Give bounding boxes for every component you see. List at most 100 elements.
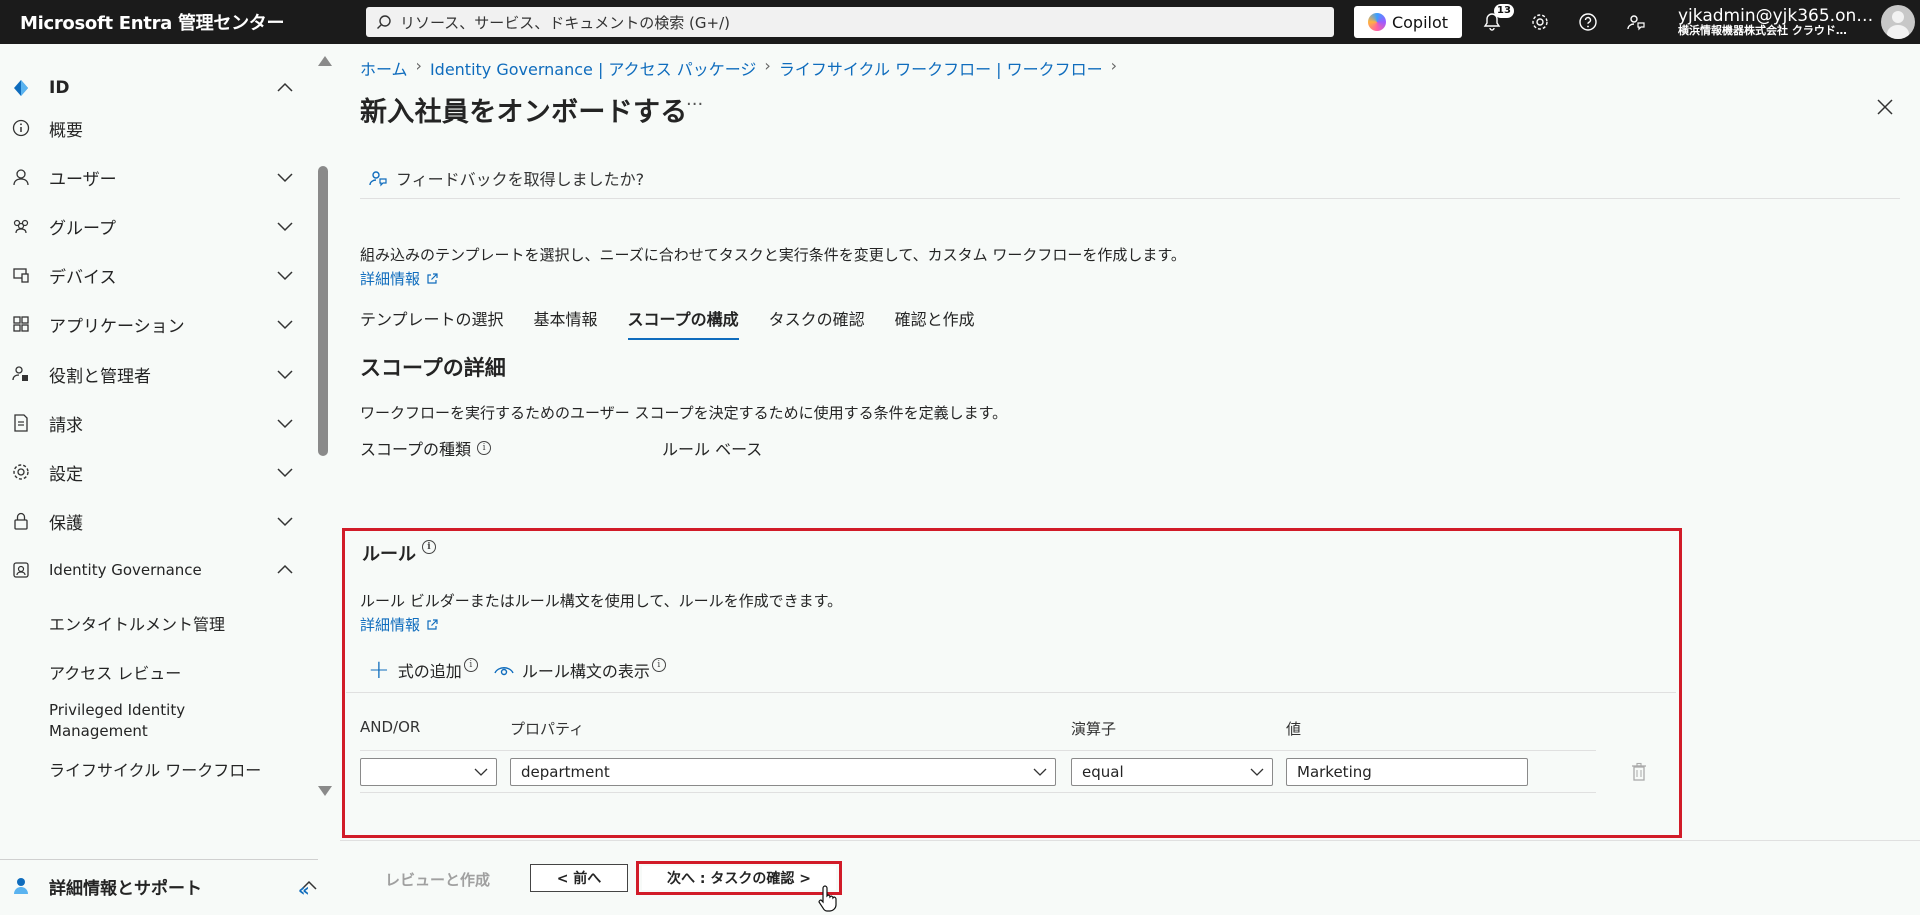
chevron-down-icon <box>277 419 293 429</box>
sidebar-item-label: デバイス <box>49 267 117 288</box>
header-operator: 演算子 <box>1071 720 1117 738</box>
feedback-button[interactable] <box>1612 0 1660 44</box>
sidebar-scrollbar[interactable] <box>318 166 328 456</box>
show-syntax-button[interactable]: ルール構文の表示 i <box>494 658 666 682</box>
header-andor: AND/OR <box>360 718 421 736</box>
scroll-down-arrow[interactable] <box>318 786 332 796</box>
footer-divider <box>340 840 1920 841</box>
governance-icon <box>10 559 32 581</box>
top-bar: Microsoft Entra 管理センター リソース、サービス、ドキュメントの… <box>0 0 1920 44</box>
tab-basics[interactable]: 基本情報 <box>534 306 598 340</box>
info-icon[interactable]: i <box>651 658 666 672</box>
info-icon[interactable]: i <box>477 441 492 455</box>
intro-text: 組み込みのテンプレートを選択し、ニーズに合わせてタスクと実行条件を変更して、カス… <box>360 246 1186 264</box>
breadcrumb: ホーム › Identity Governance | アクセス パッケージ ›… <box>360 56 1117 80</box>
sidebar-item-label: 設定 <box>49 464 83 485</box>
copilot-button[interactable]: Copilot <box>1354 6 1462 38</box>
previous-button[interactable]: < 前へ <box>530 864 628 892</box>
scope-type-value: ルール ベース <box>662 440 763 459</box>
sidebar-item-label: 概要 <box>49 120 83 141</box>
chevron-down-icon <box>277 320 293 330</box>
info-icon[interactable]: i <box>422 540 436 554</box>
sidebar-item-roles[interactable]: 役割と管理者 <box>0 354 300 394</box>
sidebar-item-settings[interactable]: 設定 <box>0 452 300 492</box>
operator-select[interactable]: equal <box>1071 758 1273 786</box>
sidebar-subitem-entitlement[interactable]: エンタイトルメント管理 <box>49 611 225 635</box>
eye-icon <box>494 667 514 676</box>
feedback-person-icon <box>1627 15 1645 31</box>
sidebar-subitem-pim-line2[interactable]: Management <box>49 721 148 742</box>
sidebar-item-protection[interactable]: 保護 <box>0 501 300 541</box>
settings-button[interactable] <box>1516 0 1564 44</box>
account-info[interactable]: yjkadmin@yjk365.on… 横浜情報機器株式会社 クラウド… <box>1678 5 1874 38</box>
sidebar-item-label: 詳細情報とサポート <box>49 878 202 899</box>
property-select[interactable]: department <box>510 758 1056 786</box>
sidebar-item-label: 請求 <box>49 415 83 436</box>
search-input[interactable]: リソース、サービス、ドキュメントの検索 (G+/) <box>366 7 1334 37</box>
info-circle-icon <box>10 117 32 139</box>
sidebar-item-id[interactable]: ID <box>0 68 300 108</box>
more-options-button[interactable]: ··· <box>686 94 703 115</box>
sidebar-item-users[interactable]: ユーザー <box>0 157 300 197</box>
next-button[interactable]: 次へ : タスクの確認 > <box>642 866 836 890</box>
gear-icon <box>10 461 32 483</box>
avatar[interactable] <box>1881 5 1916 39</box>
sidebar-subitem-lifecycle[interactable]: ライフサイクル ワークフロー <box>49 757 261 781</box>
breadcrumb-home[interactable]: ホーム <box>360 56 408 80</box>
rule-description: ルール ビルダーまたはルール構文を使用して、ルールを作成できます。 <box>360 592 843 610</box>
chevron-down-icon <box>277 222 293 232</box>
sidebar-item-groups[interactable]: グループ <box>0 206 300 246</box>
rule-title: ルール i <box>362 540 436 566</box>
sidebar-subitem-pim-line1[interactable]: Privileged Identity <box>49 700 185 721</box>
scope-type-label-text: スコープの種類 <box>360 440 472 459</box>
collapse-sidebar-button[interactable]: « <box>298 880 310 901</box>
sidebar-item-overview[interactable]: 概要 <box>0 108 300 148</box>
rule-learn-more-link[interactable]: 詳細情報 <box>360 614 438 635</box>
header-property: プロパティ <box>510 720 585 738</box>
trash-icon[interactable] <box>1630 762 1648 782</box>
chevron-right-icon: › <box>415 56 422 75</box>
divider <box>346 692 1676 693</box>
rule-toolbar: + 式の追加 i ルール構文の表示 i <box>368 657 682 683</box>
divider <box>360 750 1596 751</box>
chevron-down-icon <box>474 768 488 776</box>
diamond-icon <box>10 77 32 99</box>
support-person-icon <box>10 875 32 897</box>
scroll-up-arrow[interactable] <box>318 56 332 66</box>
tab-tasks[interactable]: タスクの確認 <box>769 306 865 340</box>
notification-badge: 13 <box>1494 4 1514 18</box>
sidebar-item-applications[interactable]: アプリケーション <box>0 304 300 344</box>
sidebar-item-support[interactable]: 詳細情報とサポート <box>0 866 317 906</box>
property-value: department <box>521 763 610 781</box>
learn-more-link[interactable]: 詳細情報 <box>360 268 438 289</box>
sidebar-item-devices[interactable]: デバイス <box>0 255 300 295</box>
tab-review[interactable]: 確認と作成 <box>895 306 975 340</box>
chevron-down-icon <box>277 468 293 478</box>
value-input[interactable]: Marketing <box>1286 758 1528 786</box>
gear-icon <box>1532 14 1548 30</box>
sidebar-subitem-access-review[interactable]: アクセス レビュー <box>49 660 181 684</box>
feedback-label: フィードバックを取得しましたか? <box>396 170 645 189</box>
header-value: 値 <box>1286 720 1302 738</box>
chevron-down-icon <box>1250 768 1264 776</box>
search-icon <box>377 15 391 29</box>
andor-select[interactable] <box>360 758 497 786</box>
account-upn: yjkadmin@yjk365.on… <box>1678 5 1874 26</box>
sidebar-item-identity-governance[interactable]: Identity Governance <box>0 550 300 590</box>
review-create-button[interactable]: レビューと作成 <box>385 869 490 890</box>
breadcrumb-lifecycle-workflows[interactable]: ライフサイクル ワークフロー | ワークフロー <box>779 56 1103 80</box>
brand-title[interactable]: Microsoft Entra 管理センター <box>0 9 366 35</box>
sidebar-item-billing[interactable]: 請求 <box>0 403 300 443</box>
add-expression-button[interactable]: + 式の追加 i <box>368 657 478 683</box>
sidebar-divider <box>0 859 318 860</box>
scope-type-label: スコープの種類 i <box>360 436 492 460</box>
notifications-button[interactable]: 13 <box>1468 0 1516 44</box>
close-icon[interactable] <box>1876 98 1894 116</box>
tab-template[interactable]: テンプレートの選択 <box>360 306 504 340</box>
breadcrumb-identity-governance[interactable]: Identity Governance | アクセス パッケージ <box>430 56 756 80</box>
tab-scope[interactable]: スコープの構成 <box>627 306 739 340</box>
info-icon[interactable]: i <box>463 658 478 672</box>
help-button[interactable] <box>1564 0 1612 44</box>
sidebar-item-label: ユーザー <box>49 169 117 190</box>
feedback-link[interactable]: フィードバックを取得しましたか? <box>368 166 644 190</box>
